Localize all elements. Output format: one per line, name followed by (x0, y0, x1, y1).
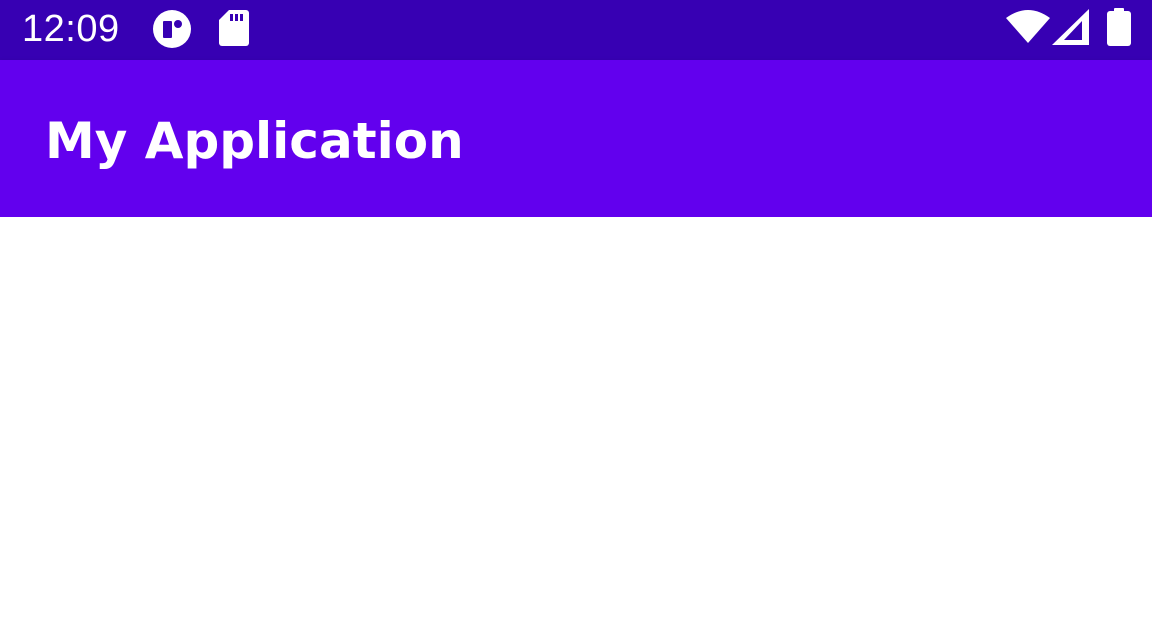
sd-card-icon (219, 10, 249, 46)
wifi-icon (1006, 10, 1050, 43)
cell-signal-icon (1052, 9, 1089, 45)
app-title: My Application (45, 112, 464, 170)
app-screen: 12:09 My Application (0, 0, 1152, 630)
app-bar: My Application (0, 60, 1152, 217)
battery-icon (1107, 8, 1131, 46)
status-bar: 12:09 (0, 0, 1152, 60)
status-clock: 12:09 (22, 8, 120, 50)
main-content (0, 217, 1152, 630)
notification-app-icon (153, 10, 191, 48)
